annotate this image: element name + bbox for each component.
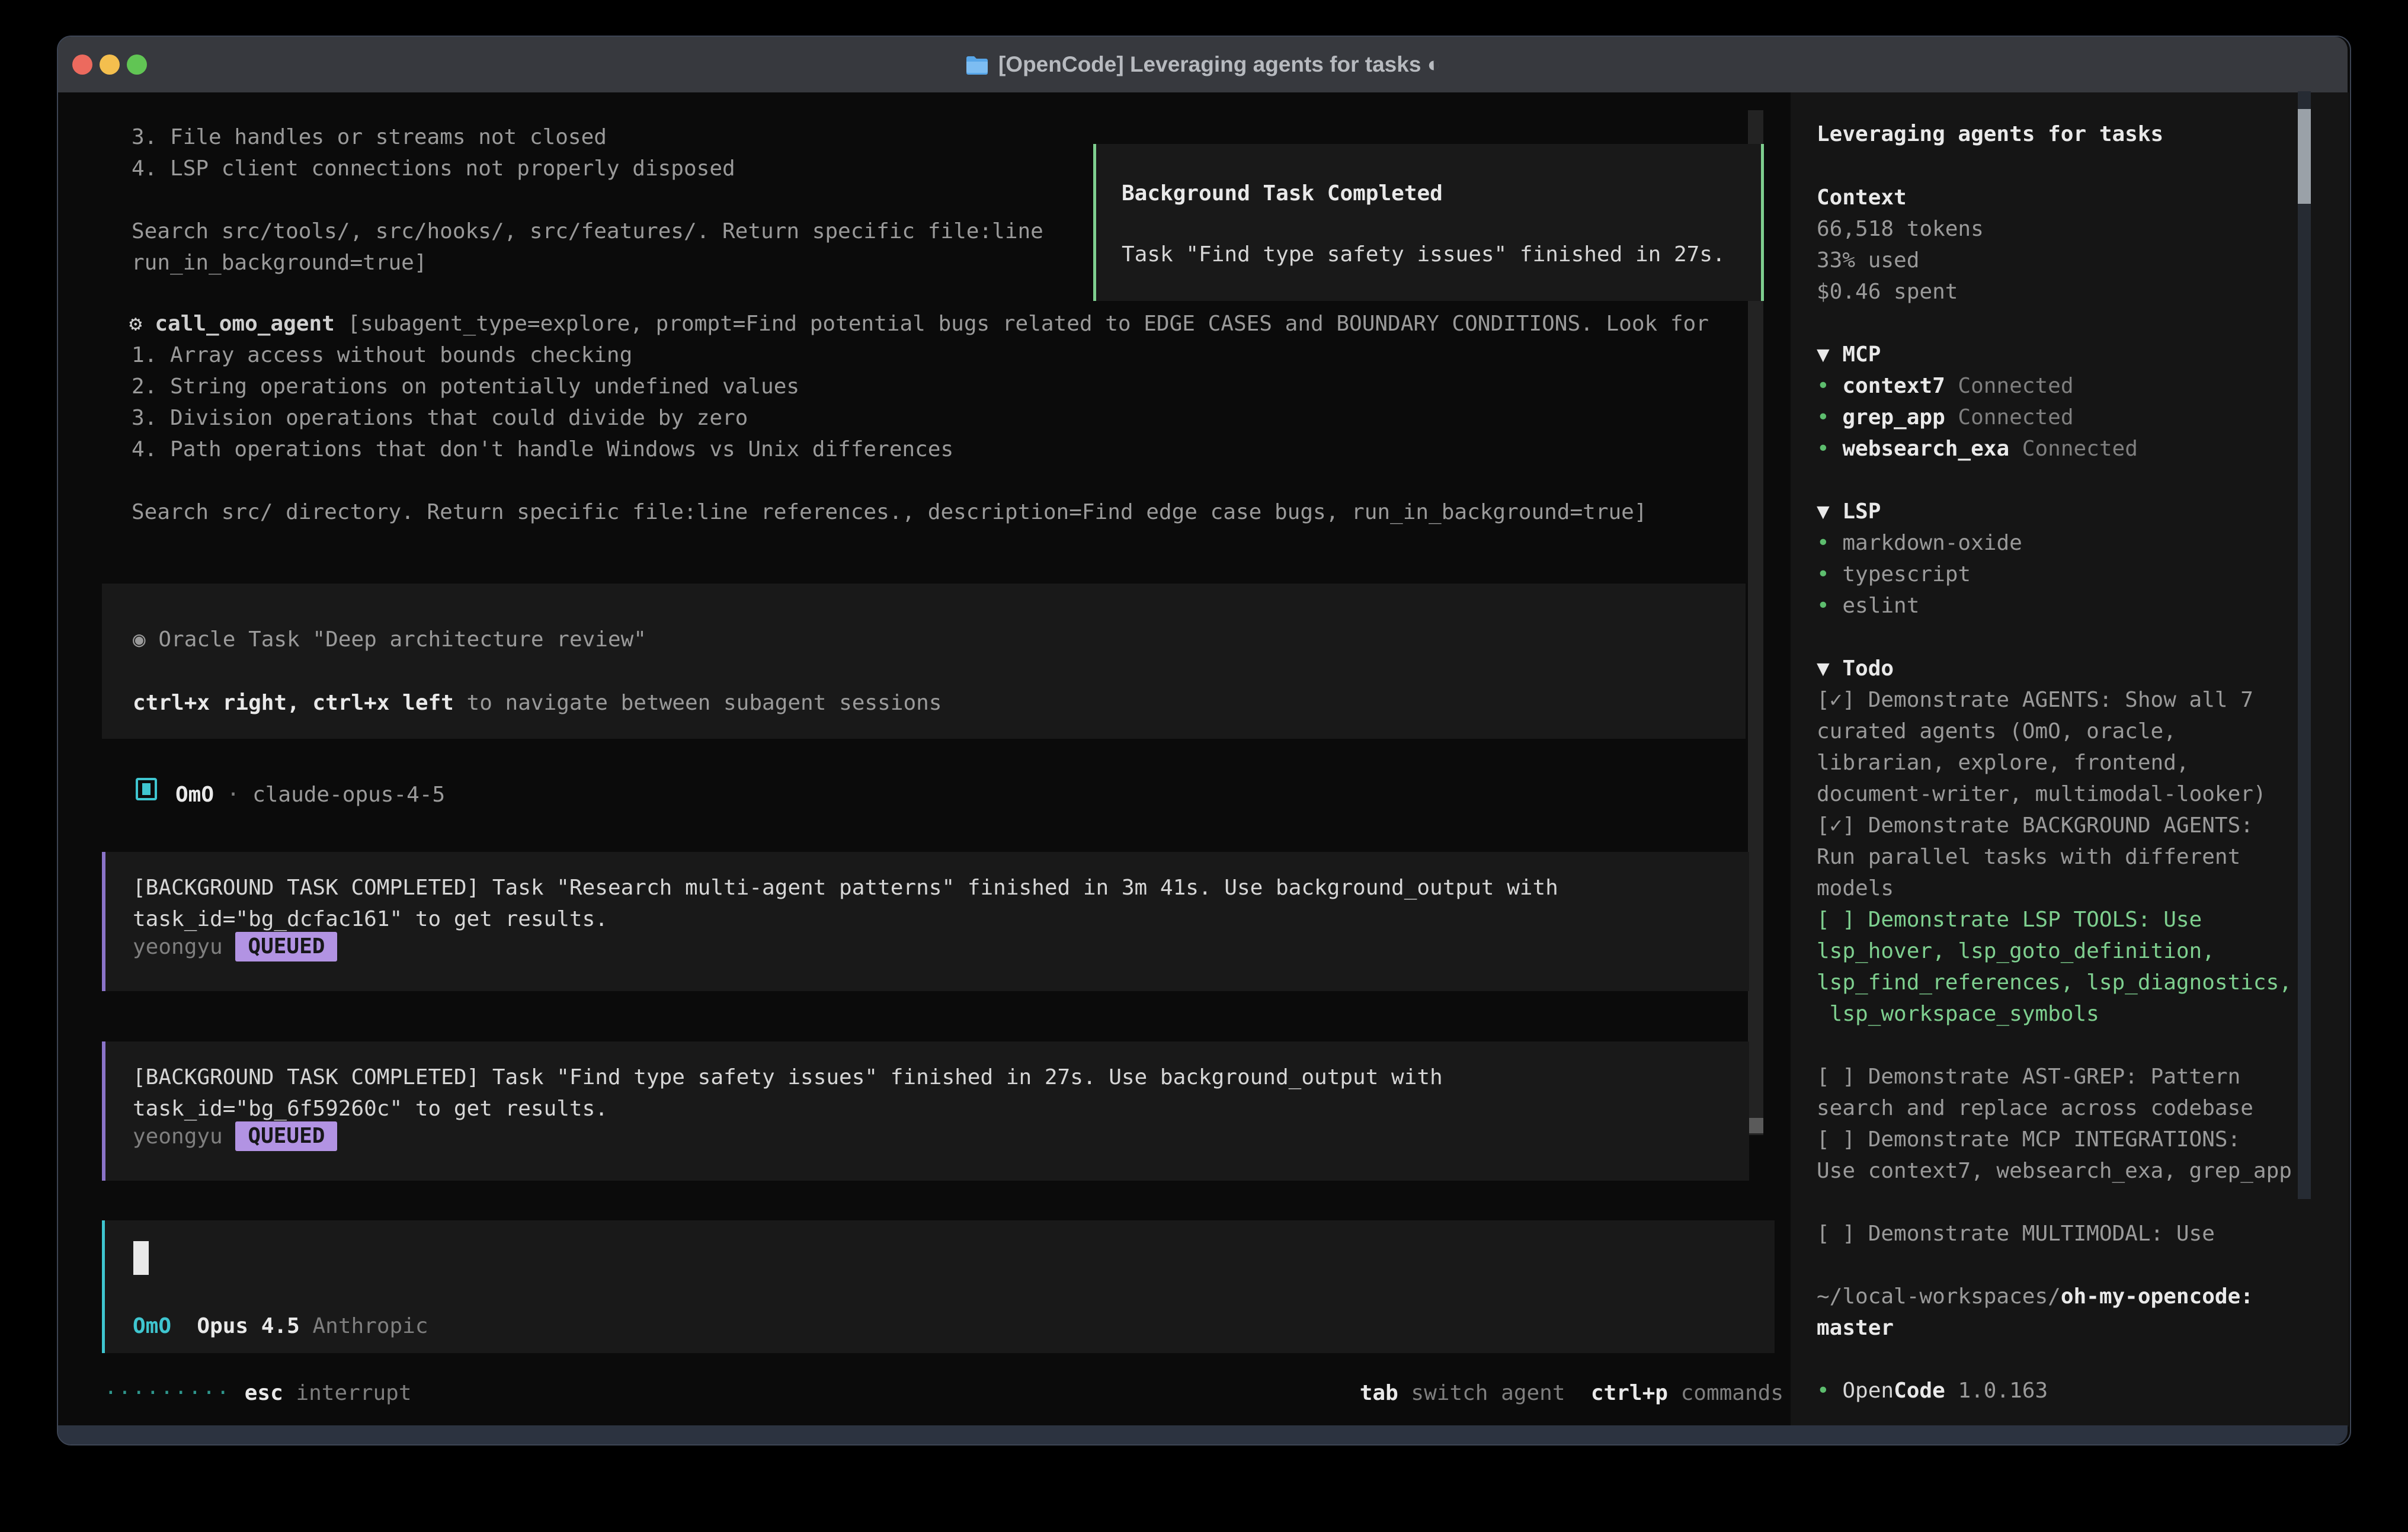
version-line: • OpenCode 1.0.163 — [1817, 1375, 2048, 1406]
scrollback-line: Search src/ directory. Return specific f… — [132, 496, 1647, 528]
session-title: Leveraging agents for tasks — [1817, 118, 2163, 150]
lsp-item: • markdown-oxide — [1817, 527, 2022, 559]
todo-header: ▼ Todo — [1817, 653, 1894, 684]
lsp-item: • eslint — [1817, 590, 1919, 621]
toast-body: Task "Find type safety issues" finished … — [1122, 239, 1725, 270]
mcp-header: ▼ MCP — [1817, 339, 1881, 370]
todo-item-active: lsp_workspace_symbols — [1817, 998, 2099, 1030]
lsp-item: • typescript — [1817, 559, 1971, 590]
message-line: task_id="bg_dcfac161" to get results. — [133, 903, 608, 935]
message-meta: yeongyu QUEUED — [133, 931, 337, 963]
todo-item-active: lsp_hover, lsp_goto_definition, — [1817, 935, 2215, 967]
todo-item: search and replace across codebase — [1817, 1092, 2253, 1124]
message-line: [BACKGROUND TASK COMPLETED] Task "Find t… — [133, 1062, 1443, 1093]
message-meta: yeongyu QUEUED — [133, 1121, 337, 1152]
text-layer: 3. File handles or streams not closed4. … — [0, 0, 2408, 1532]
todo-item: [ ] Demonstrate MULTIMODAL: Use — [1817, 1218, 2215, 1249]
context-used: 33% used — [1817, 245, 1919, 276]
todo-item: document-writer, multimodal-looker) — [1817, 778, 2266, 810]
context-tokens: 66,518 tokens — [1817, 213, 1984, 245]
todo-item: [✓] Demonstrate AGENTS: Show all 7 — [1817, 684, 2253, 716]
todo-item: models — [1817, 873, 1894, 904]
scrollback-line: 3. File handles or streams not closed — [132, 121, 607, 153]
oracle-task-title: ◉ Oracle Task "Deep architecture review" — [133, 624, 646, 655]
tool-call-line: ⚙ call_omo_agent [subagent_type=explore,… — [129, 308, 1709, 339]
context-header: Context — [1817, 182, 1907, 213]
scrollback-line: Search src/tools/, src/hooks/, src/featu… — [132, 216, 1043, 247]
workspace-path: ~/local-workspaces/oh-my-opencode: — [1817, 1281, 2253, 1312]
status-right: tab switch agent ctrl+p commands — [1360, 1377, 1783, 1409]
queued-badge: QUEUED — [235, 1121, 337, 1151]
todo-item: [✓] Demonstrate BACKGROUND AGENTS: — [1817, 810, 2253, 841]
scrollback-line: 2. String operations on potentially unde… — [132, 371, 799, 402]
lsp-header: ▼ LSP — [1817, 496, 1881, 527]
input-model-line: OmO Opus 4.5 Anthropic — [133, 1310, 428, 1342]
agent-model-line: OmO · claude-opus-4-5 — [175, 779, 445, 810]
scrollback-line: 3. Division operations that could divide… — [132, 402, 748, 434]
workspace-branch: master — [1817, 1312, 1894, 1344]
todo-item: Use context7, websearch_exa, grep_app — [1817, 1155, 2292, 1187]
scrollback-line: 4. Path operations that don't handle Win… — [132, 434, 953, 465]
queued-badge: QUEUED — [235, 932, 337, 961]
toast-title: Background Task Completed — [1122, 178, 1443, 209]
mcp-item: • websearch_exa Connected — [1817, 433, 2138, 464]
message-line: task_id="bg_6f59260c" to get results. — [133, 1093, 608, 1124]
scrollback-line: 1. Array access without bounds checking — [132, 339, 632, 371]
todo-item-active: lsp_find_references, lsp_diagnostics, — [1817, 967, 2292, 998]
context-spent: $0.46 spent — [1817, 276, 1958, 307]
todo-item: Run parallel tasks with different — [1817, 841, 2240, 873]
message-line: [BACKGROUND TASK COMPLETED] Task "Resear… — [133, 872, 1558, 903]
todo-item: [ ] Demonstrate MCP INTEGRATIONS: — [1817, 1124, 2240, 1155]
todo-item: [ ] Demonstrate AST-GREP: Pattern — [1817, 1061, 2240, 1092]
status-left: ········· esc interrupt — [104, 1377, 412, 1409]
todo-item-active: [ ] Demonstrate LSP TOOLS: Use — [1817, 904, 2202, 935]
oracle-task-hint: ctrl+x right, ctrl+x left to navigate be… — [133, 687, 942, 719]
mcp-item: • context7 Connected — [1817, 370, 2074, 402]
mcp-item: • grep_app Connected — [1817, 402, 2074, 433]
scrollback-line: run_in_background=true] — [132, 247, 427, 278]
todo-item: librarian, explore, frontend, — [1817, 747, 2189, 778]
scrollback-line: 4. LSP client connections not properly d… — [132, 153, 735, 184]
todo-item: curated agents (OmO, oracle, — [1817, 716, 2176, 747]
